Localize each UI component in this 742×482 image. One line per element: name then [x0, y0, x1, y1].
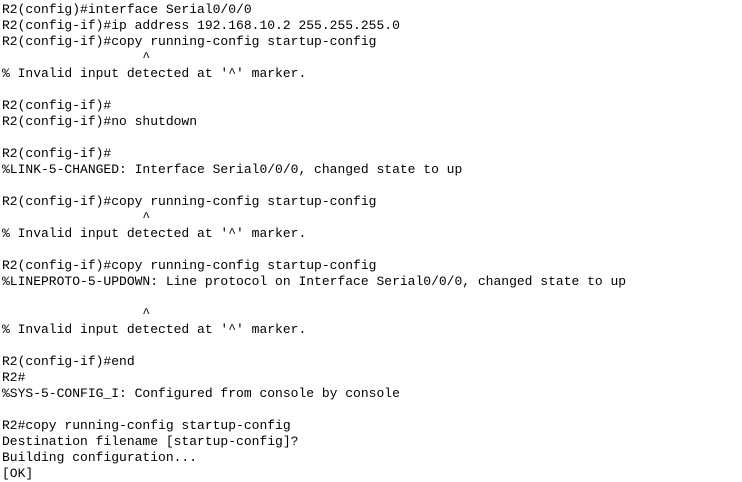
- error-message: % Invalid input detected at '^' marker.: [2, 322, 307, 337]
- terminal-window[interactable]: R2(config)#interface Serial0/0/0 R2(conf…: [0, 0, 742, 482]
- syslog-message: %LINEPROTO-5-UPDOWN: Line protocol on In…: [2, 274, 627, 289]
- error-caret-marker: ^: [2, 50, 151, 65]
- console-line: R2(config-if)#copy running-config startu…: [2, 258, 377, 273]
- error-caret-marker: ^: [2, 306, 151, 321]
- error-caret-marker: ^: [2, 210, 151, 225]
- console-line: R2(config)#interface Serial0/0/0: [2, 2, 252, 17]
- syslog-message: %SYS-5-CONFIG_I: Configured from console…: [2, 386, 400, 401]
- console-line: [OK]: [2, 466, 34, 481]
- console-line: R2(config-if)#: [2, 98, 112, 113]
- console-line: R2(config-if)#end: [2, 354, 135, 369]
- console-line: R2#: [2, 370, 26, 385]
- console-line: R2(config-if)#copy running-config startu…: [2, 194, 377, 209]
- console-output: R2(config)#interface Serial0/0/0 R2(conf…: [2, 2, 626, 482]
- console-line: R2#copy running-config startup-config: [2, 418, 291, 433]
- console-line: R2(config-if)#copy running-config startu…: [2, 34, 377, 49]
- console-line: Destination filename [startup-config]?: [2, 434, 299, 449]
- console-line: R2(config-if)#no shutdown: [2, 114, 198, 129]
- console-line: R2(config-if)#: [2, 146, 112, 161]
- error-message: % Invalid input detected at '^' marker.: [2, 226, 307, 241]
- console-line: Building configuration...: [2, 450, 198, 465]
- syslog-message: %LINK-5-CHANGED: Interface Serial0/0/0, …: [2, 162, 463, 177]
- console-line: R2(config-if)#ip address 192.168.10.2 25…: [2, 18, 400, 33]
- error-message: % Invalid input detected at '^' marker.: [2, 66, 307, 81]
